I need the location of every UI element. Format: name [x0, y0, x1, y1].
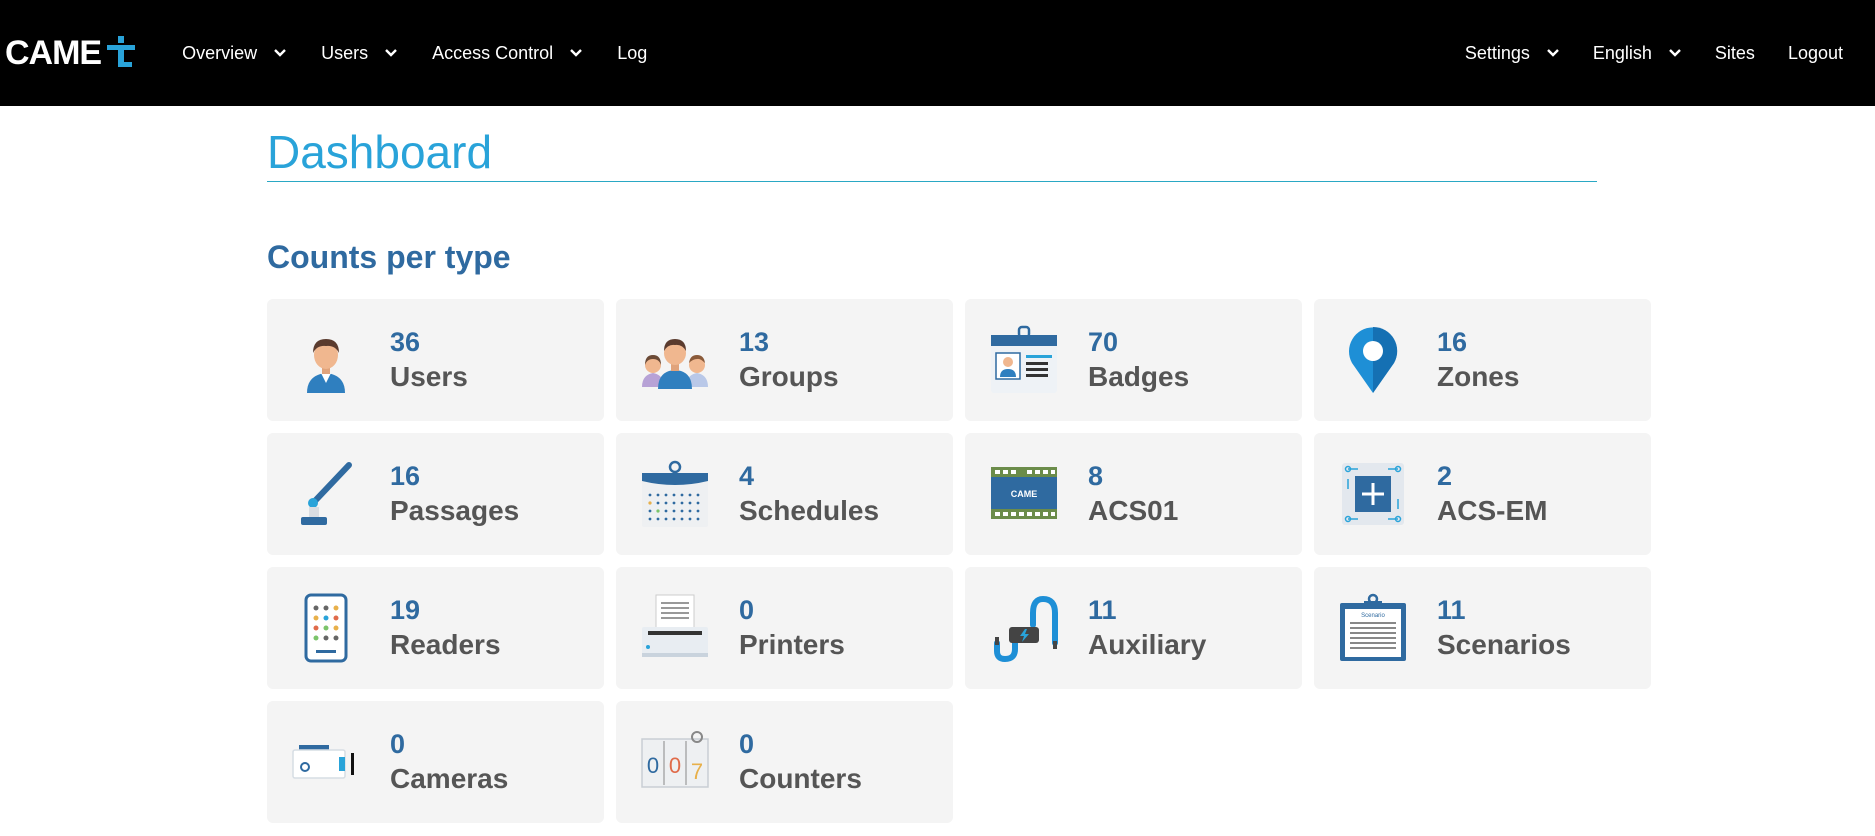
card-readers[interactable]: 19 Readers [267, 567, 604, 689]
schedules-count: 4 [739, 461, 755, 491]
chevron-down-icon [385, 49, 397, 57]
card-printers[interactable]: 0 Printers [616, 567, 953, 689]
nav-sites[interactable]: Sites [1715, 43, 1755, 64]
section-title: Counts per type [267, 239, 511, 275]
nav-users-label: Users [321, 42, 369, 63]
badges-label: Badges [1088, 361, 1190, 392]
calendar-icon [640, 459, 710, 529]
scenario-clipboard-text: Scenario [1361, 613, 1385, 619]
controller-module-icon: CAME [989, 459, 1059, 529]
nav-language-label: English [1592, 42, 1652, 63]
nav-logout-label: Logout [1787, 42, 1843, 63]
acs-em-label: ACS-EM [1437, 495, 1548, 526]
counter-icon: 0 0 7 [640, 727, 710, 797]
zones-count: 16 [1437, 327, 1468, 357]
passages-label: Passages [390, 495, 520, 526]
main-content: Dashboard Counts per type 36 Users 13 Gr… [267, 106, 1652, 823]
auxiliary-cable-icon [989, 593, 1059, 663]
card-badges[interactable]: 70 Badges [965, 299, 1302, 421]
title-divider [267, 181, 1597, 182]
badge-icon [989, 325, 1059, 395]
acs-em-count: 2 [1437, 461, 1453, 491]
cameras-label: Cameras [390, 763, 509, 794]
expansion-module-icon [1338, 459, 1408, 529]
badges-count: 70 [1088, 327, 1119, 357]
card-groups[interactable]: 13 Groups [616, 299, 953, 421]
barrier-icon [291, 459, 361, 529]
page-title: Dashboard [267, 126, 493, 178]
counter-digit-3: 7 [691, 759, 703, 784]
card-counters[interactable]: 0 0 7 0 Counters [616, 701, 953, 823]
counter-digit-1: 0 [647, 753, 659, 778]
counters-label: Counters [739, 763, 862, 794]
users-label: Users [390, 361, 468, 392]
clipboard-icon: Scenario [1338, 593, 1408, 663]
nav-access-control-label: Access Control [432, 42, 554, 63]
top-navigation-bar: CAME Overview Users Access Control Log S… [0, 0, 1875, 106]
counters-count: 0 [739, 729, 755, 759]
chevron-down-icon [570, 49, 583, 57]
logo-mark-icon [107, 36, 136, 67]
card-auxiliary[interactable]: 11 Auxiliary [965, 567, 1302, 689]
group-icon [640, 325, 710, 395]
auxiliary-label: Auxiliary [1088, 629, 1207, 660]
zones-label: Zones [1437, 361, 1520, 392]
scenarios-label: Scenarios [1437, 629, 1571, 660]
schedules-label: Schedules [739, 495, 880, 526]
nav-log[interactable]: Log [617, 43, 647, 64]
nav-settings-label: Settings [1464, 42, 1530, 63]
readers-count: 19 [390, 595, 421, 625]
card-acs-em[interactable]: 2 ACS-EM [1314, 433, 1651, 555]
card-passages[interactable]: 16 Passages [267, 433, 604, 555]
user-icon [291, 325, 361, 395]
location-pin-icon [1338, 325, 1408, 395]
card-acs01[interactable]: CAME 8 ACS01 [965, 433, 1302, 555]
acs01-module-text: CAME [1011, 489, 1038, 499]
card-schedules[interactable]: 4 Schedules [616, 433, 953, 555]
nav-overview[interactable]: Overview [182, 43, 287, 64]
card-zones[interactable]: 16 Zones [1314, 299, 1651, 421]
nav-settings[interactable]: Settings [1465, 43, 1560, 64]
logo-text: CAME [5, 33, 102, 72]
scenarios-count: 11 [1437, 595, 1466, 625]
card-cameras[interactable]: 0 Cameras [267, 701, 604, 823]
nav-logout[interactable]: Logout [1788, 43, 1843, 64]
groups-count: 13 [739, 327, 770, 357]
camera-icon [291, 727, 361, 797]
nav-overview-label: Overview [182, 42, 258, 63]
came-logo[interactable]: CAME [5, 34, 137, 73]
card-scenarios[interactable]: Scenario 11 Scenarios [1314, 567, 1651, 689]
chevron-down-icon [274, 49, 286, 57]
readers-label: Readers [390, 629, 501, 660]
keypad-reader-icon [291, 593, 361, 663]
printers-count: 0 [739, 595, 755, 625]
auxiliary-count: 11 [1088, 595, 1117, 625]
chevron-down-icon [1547, 49, 1559, 57]
counts-grid: 36 Users 13 Groups 70 Badges 16 Zones 16… [267, 299, 1652, 823]
nav-access-control[interactable]: Access Control [432, 43, 583, 64]
card-users[interactable]: 36 Users [267, 299, 604, 421]
passages-count: 16 [390, 461, 421, 491]
printers-label: Printers [739, 629, 845, 660]
acs01-count: 8 [1088, 461, 1104, 491]
main-nav: Overview Users Access Control Log [182, 43, 681, 64]
chevron-down-icon [1669, 49, 1681, 57]
secondary-nav: Settings English Sites Logout [1465, 0, 1875, 106]
nav-log-label: Log [617, 42, 648, 63]
nav-users[interactable]: Users [321, 43, 398, 64]
acs01-label: ACS01 [1088, 495, 1179, 526]
counter-digit-2: 0 [669, 753, 681, 778]
nav-language[interactable]: English [1593, 43, 1682, 64]
nav-sites-label: Sites [1714, 42, 1755, 63]
printer-icon [640, 593, 710, 663]
cameras-count: 0 [390, 729, 406, 759]
groups-label: Groups [739, 361, 839, 392]
users-count: 36 [390, 327, 421, 357]
